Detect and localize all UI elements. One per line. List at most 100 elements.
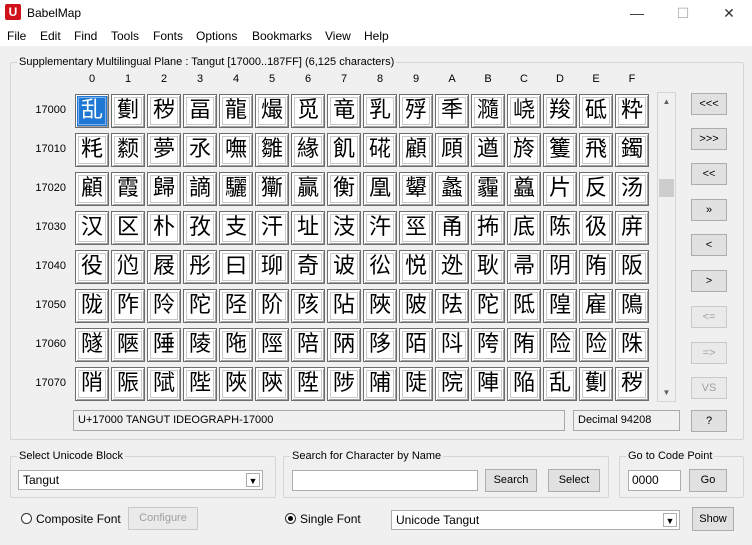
character-cell[interactable]: 孜 bbox=[183, 211, 217, 245]
character-cell[interactable]: 役 bbox=[75, 250, 109, 284]
character-cell[interactable]: 陡 bbox=[399, 367, 433, 401]
character-cell[interactable]: 陁 bbox=[219, 328, 253, 362]
character-cell[interactable]: 顧 bbox=[75, 172, 109, 206]
character-cell[interactable]: 陜 bbox=[219, 367, 253, 401]
character-cell[interactable]: 陃 bbox=[327, 328, 361, 362]
composite-font-radio[interactable] bbox=[21, 513, 32, 524]
character-cell[interactable]: 陠 bbox=[363, 367, 397, 401]
character-cell[interactable]: 诐 bbox=[327, 250, 361, 284]
character-cell[interactable]: 氶 bbox=[183, 133, 217, 167]
character-cell[interactable]: 顧 bbox=[399, 133, 433, 167]
character-cell[interactable]: 区 bbox=[111, 211, 145, 245]
scroll-up-arrow-icon[interactable]: ▲ bbox=[658, 93, 675, 110]
character-cell[interactable]: 驪 bbox=[219, 172, 253, 206]
character-cell[interactable]: 秽 bbox=[615, 367, 649, 401]
menu-view[interactable]: View bbox=[325, 29, 351, 43]
character-cell[interactable]: 陛 bbox=[183, 367, 217, 401]
character-cell[interactable]: 陗 bbox=[75, 367, 109, 401]
character-cell[interactable]: 遒 bbox=[471, 133, 505, 167]
character-cell[interactable]: 贏 bbox=[291, 172, 325, 206]
character-cell[interactable]: 汉 bbox=[75, 211, 109, 245]
character-cell[interactable]: 址 bbox=[291, 211, 325, 245]
character-cell[interactable]: 悦 bbox=[399, 250, 433, 284]
character-cell[interactable]: 陏 bbox=[579, 250, 613, 284]
character-cell[interactable]: 屐 bbox=[147, 250, 181, 284]
character-cell[interactable]: 隍 bbox=[543, 289, 577, 323]
search-button[interactable]: Search bbox=[485, 469, 537, 492]
character-cell[interactable]: 緣 bbox=[291, 133, 325, 167]
character-cell[interactable]: 峣 bbox=[507, 94, 541, 128]
character-cell[interactable]: 龍 bbox=[219, 94, 253, 128]
character-cell[interactable]: 玂 bbox=[255, 172, 289, 206]
character-cell[interactable]: 陀 bbox=[471, 289, 505, 323]
grid-scrollbar[interactable]: ▲ ▼ bbox=[657, 92, 676, 402]
menu-fonts[interactable]: Fonts bbox=[153, 29, 183, 43]
next-page-button[interactable]: » bbox=[691, 199, 727, 221]
character-cell[interactable]: 乱 bbox=[75, 94, 109, 128]
character-cell[interactable]: 汤 bbox=[615, 172, 649, 206]
character-cell[interactable]: 陎 bbox=[615, 328, 649, 362]
character-cell[interactable]: 阪 bbox=[615, 250, 649, 284]
character-cell[interactable]: 陪 bbox=[291, 328, 325, 362]
character-cell[interactable]: 陲 bbox=[147, 328, 181, 362]
menu-options[interactable]: Options bbox=[196, 29, 237, 43]
character-cell[interactable]: 彶 bbox=[579, 211, 613, 245]
character-cell[interactable]: 粍 bbox=[75, 133, 109, 167]
character-cell[interactable]: 陞 bbox=[291, 367, 325, 401]
menu-find[interactable]: Find bbox=[74, 29, 97, 43]
character-cell[interactable]: 砥 bbox=[579, 94, 613, 128]
character-cell[interactable]: 支 bbox=[219, 211, 253, 245]
character-cell[interactable]: 陘 bbox=[255, 328, 289, 362]
character-cell[interactable]: 隝 bbox=[615, 289, 649, 323]
character-cell[interactable]: 籆 bbox=[543, 133, 577, 167]
character-cell[interactable]: 霾 bbox=[471, 172, 505, 206]
character-cell[interactable]: 鐲 bbox=[615, 133, 649, 167]
character-cell[interactable]: 顰 bbox=[399, 172, 433, 206]
character-cell[interactable]: 片 bbox=[543, 172, 577, 206]
character-cell[interactable]: 陊 bbox=[363, 328, 397, 362]
character-cell[interactable]: 畐 bbox=[183, 94, 217, 128]
character-cell[interactable]: 秽 bbox=[147, 94, 181, 128]
character-cell[interactable]: 竜 bbox=[327, 94, 361, 128]
character-cell[interactable]: 彤 bbox=[183, 250, 217, 284]
character-cell[interactable]: 隧 bbox=[75, 328, 109, 362]
variation-selector-button[interactable]: VS bbox=[691, 377, 727, 399]
minimize-button[interactable]: — bbox=[614, 0, 660, 26]
menu-file[interactable]: File bbox=[7, 29, 26, 43]
code-point-input[interactable]: 0000 bbox=[628, 470, 681, 491]
character-cell[interactable]: 庰 bbox=[615, 211, 649, 245]
character-cell[interactable]: 衡 bbox=[327, 172, 361, 206]
select-button[interactable]: Select bbox=[548, 469, 600, 492]
character-cell[interactable]: 羧 bbox=[543, 94, 577, 128]
character-cell[interactable]: 凰 bbox=[363, 172, 397, 206]
character-cell[interactable]: 陀 bbox=[183, 289, 217, 323]
character-cell[interactable]: 乳 bbox=[363, 94, 397, 128]
character-cell[interactable]: 耿 bbox=[471, 250, 505, 284]
next-row-button[interactable]: > bbox=[691, 270, 727, 292]
character-cell[interactable]: 陜 bbox=[363, 289, 397, 323]
prev-row-button[interactable]: < bbox=[691, 234, 727, 256]
character-cell[interactable]: 阹 bbox=[435, 289, 469, 323]
character-cell[interactable]: 底 bbox=[507, 211, 541, 245]
search-input[interactable] bbox=[292, 470, 478, 491]
character-cell[interactable]: 夢 bbox=[147, 133, 181, 167]
unicode-block-select[interactable]: Tangut ▼ bbox=[18, 470, 263, 490]
character-cell[interactable]: 汥 bbox=[327, 211, 361, 245]
character-cell[interactable]: 陚 bbox=[147, 367, 181, 401]
menu-help[interactable]: Help bbox=[364, 29, 389, 43]
character-cell[interactable]: 陥 bbox=[507, 367, 541, 401]
prev-block-button[interactable]: <<< bbox=[691, 93, 727, 115]
character-cell[interactable]: 彸 bbox=[363, 250, 397, 284]
character-cell[interactable]: 陣 bbox=[471, 367, 505, 401]
close-button[interactable]: ✕ bbox=[706, 0, 752, 26]
menu-tools[interactable]: Tools bbox=[111, 29, 139, 43]
character-cell[interactable]: 雛 bbox=[255, 133, 289, 167]
character-cell[interactable]: 飢 bbox=[327, 133, 361, 167]
character-cell[interactable]: 粋 bbox=[615, 94, 649, 128]
character-cell[interactable]: 陉 bbox=[219, 289, 253, 323]
character-cell[interactable]: 頋 bbox=[435, 133, 469, 167]
character-cell[interactable]: 奇 bbox=[291, 250, 325, 284]
character-cell[interactable]: 抪 bbox=[471, 211, 505, 245]
scroll-thumb[interactable] bbox=[659, 179, 674, 197]
character-cell[interactable]: 珋 bbox=[255, 250, 289, 284]
